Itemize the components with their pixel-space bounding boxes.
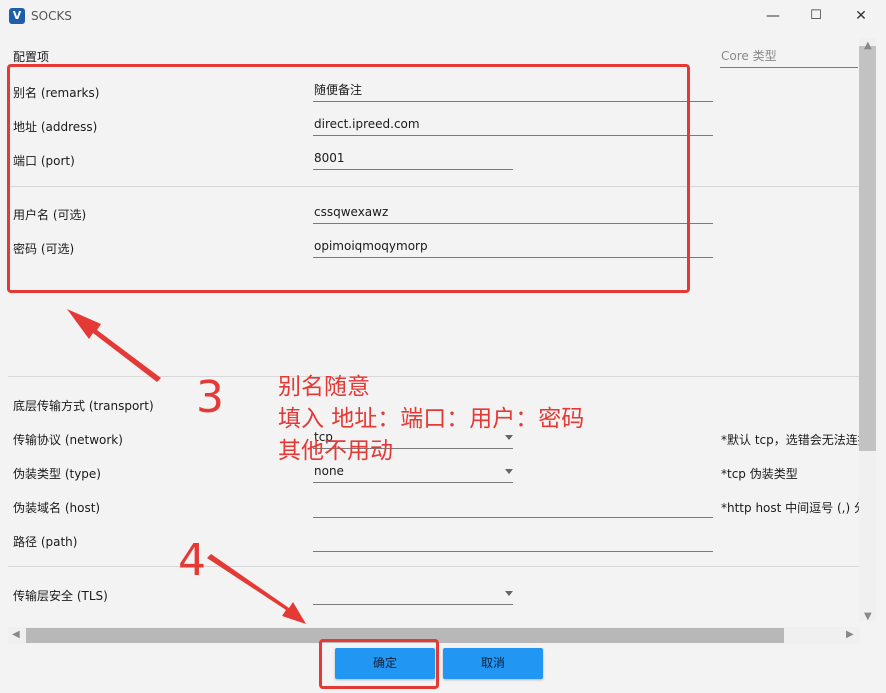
- annotation-step3-line1: 别名随意: [278, 374, 370, 400]
- annotation-step3-line2: 填入 地址：端口：用户：密码: [278, 406, 585, 432]
- annotation-step3-line3: 其他不用动: [278, 438, 393, 464]
- annotation-arrows: [67, 309, 306, 624]
- annotation-step3-number: 3: [196, 372, 224, 423]
- arrow-to-fields: [67, 309, 161, 382]
- annotation-step4-number: 4: [178, 535, 206, 586]
- arrow-to-ok: [207, 554, 306, 624]
